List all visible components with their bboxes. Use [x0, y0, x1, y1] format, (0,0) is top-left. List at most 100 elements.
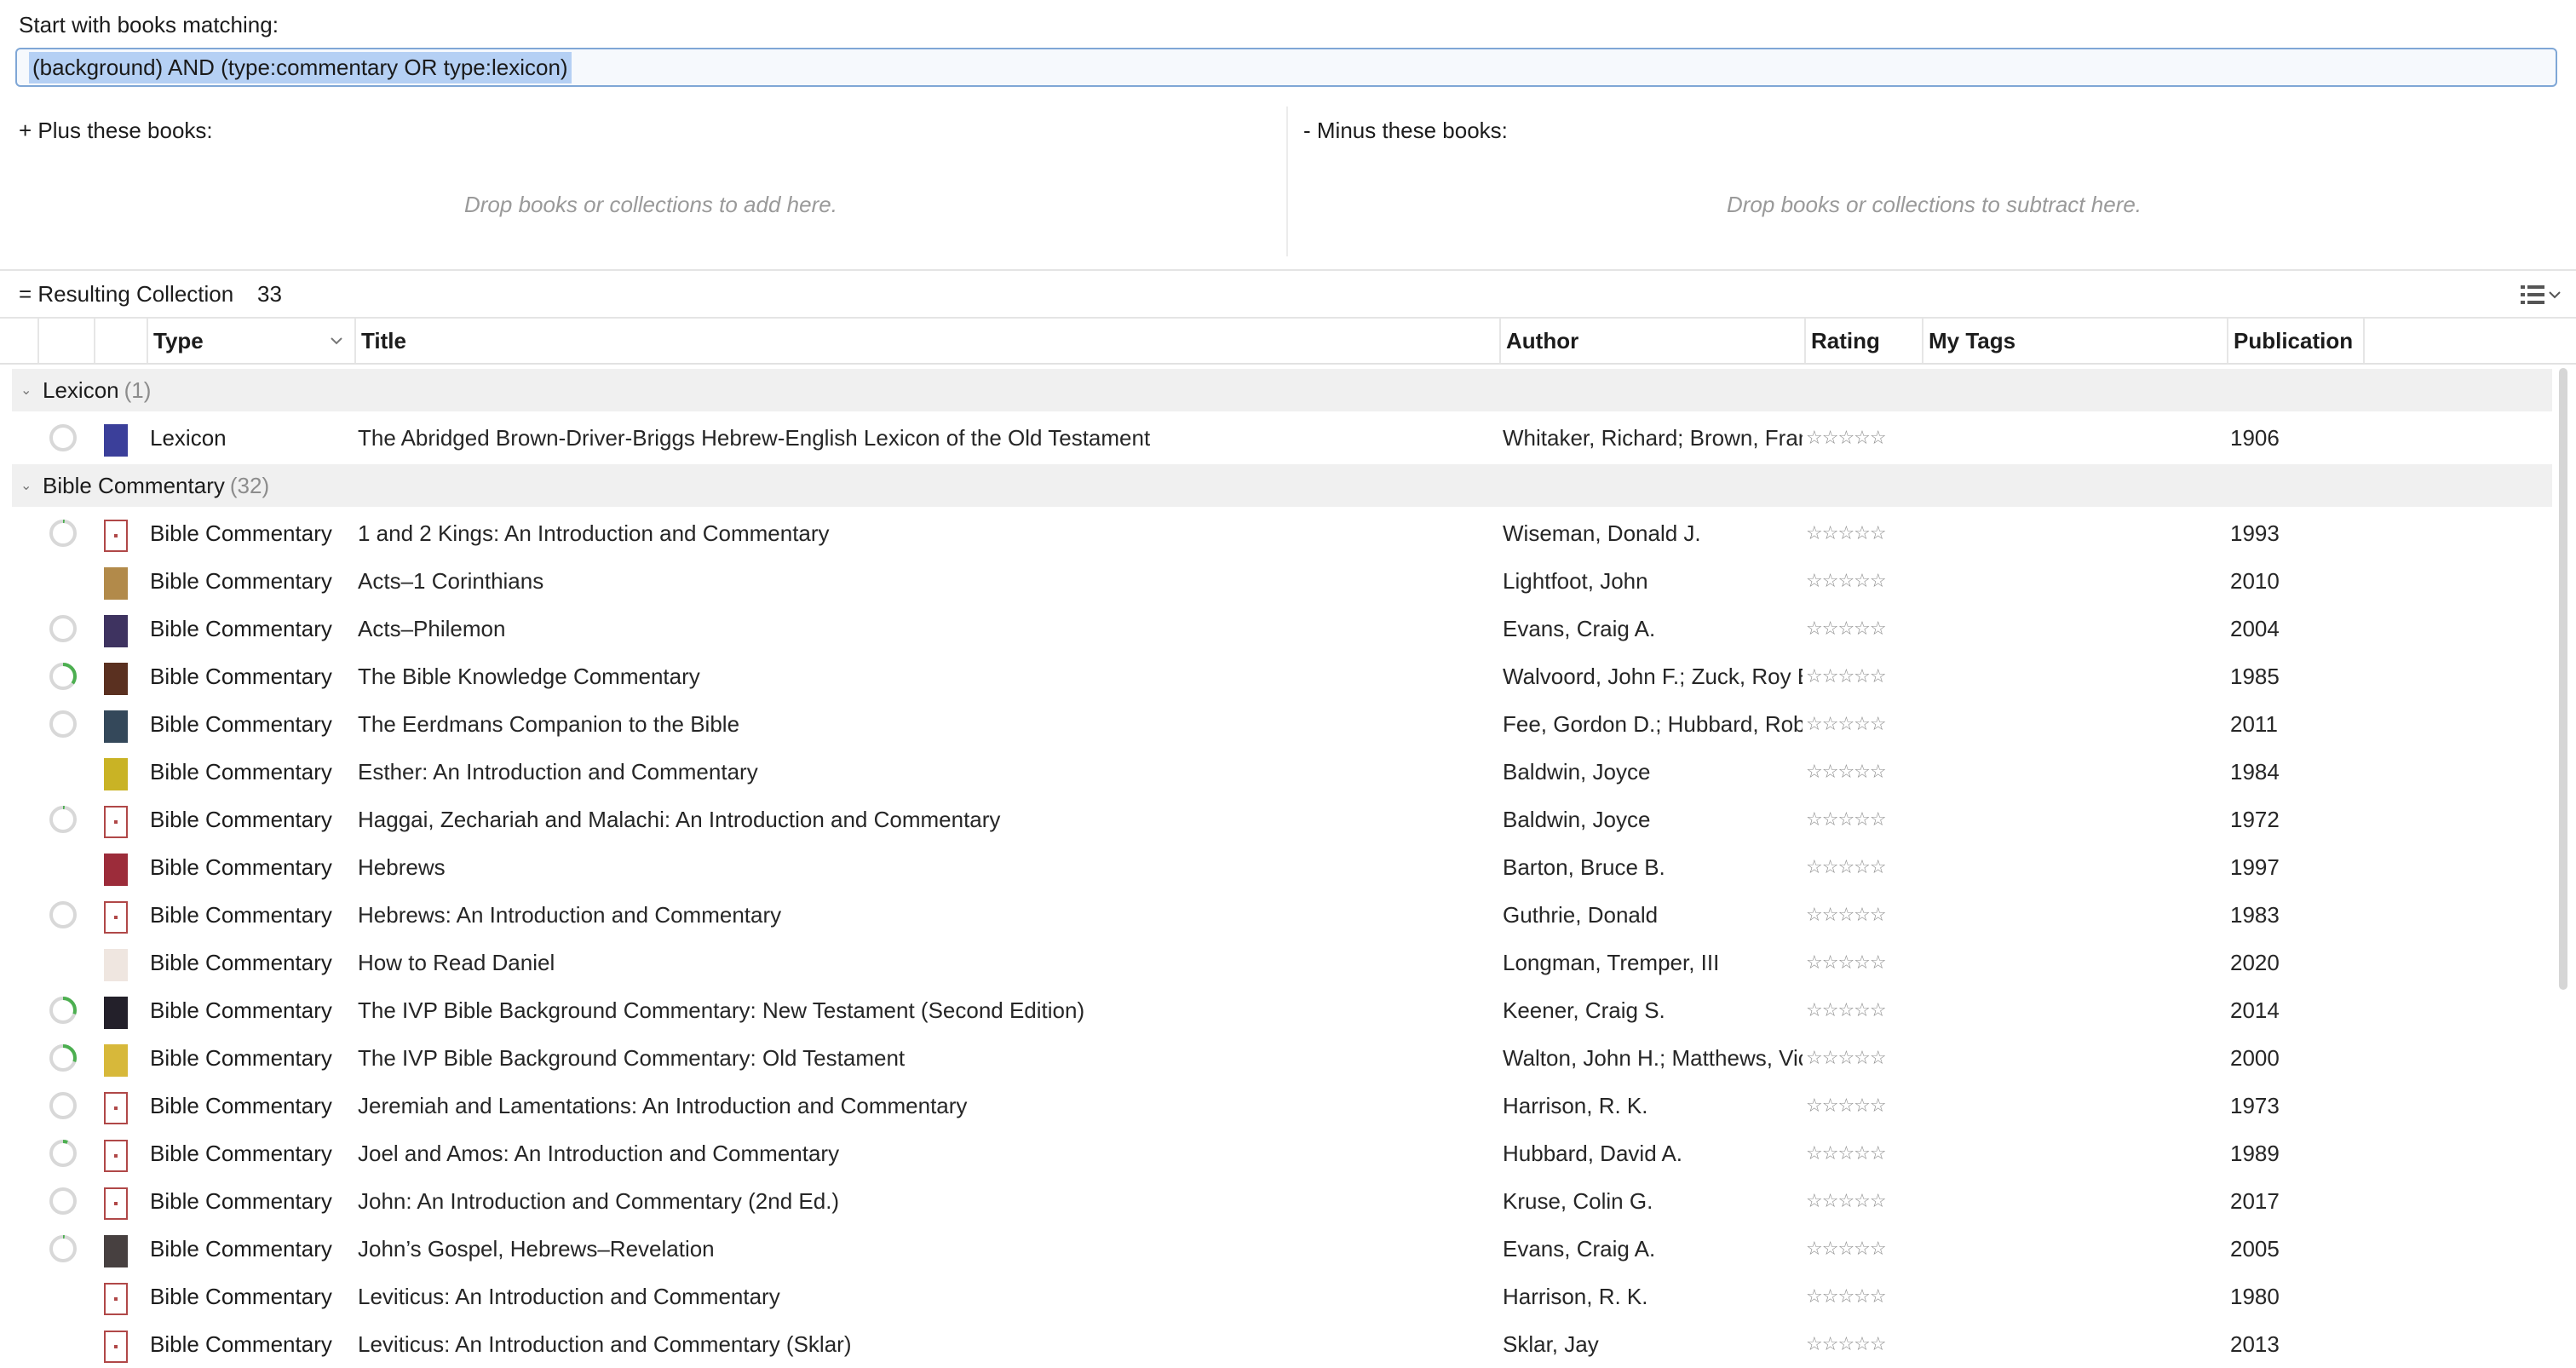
title-cell: How to Read Daniel — [358, 949, 555, 975]
reading-progress-icon — [49, 710, 77, 738]
book-cover-thumbnail — [104, 854, 128, 886]
book-cover-thumbnail — [104, 1140, 128, 1172]
publication-cell: 2000 — [2230, 1044, 2280, 1071]
rating-stars[interactable]: ☆☆☆☆☆ — [1806, 652, 1917, 700]
book-cover-thumbnail — [104, 424, 128, 457]
table-row[interactable]: Bible Commentary Esther: An Introduction … — [0, 748, 2556, 796]
vertical-scrollbar[interactable] — [2559, 368, 2567, 990]
column-header-progress[interactable] — [37, 319, 94, 363]
type-cell: Bible Commentary — [150, 758, 332, 785]
rating-stars[interactable]: ☆☆☆☆☆ — [1806, 796, 1917, 843]
title-cell: John’s Gospel, Hebrews–Revelation — [358, 1235, 715, 1262]
table-row[interactable]: Bible Commentary 1 and 2 Kings: An Introd… — [0, 509, 2556, 557]
rating-stars[interactable]: ☆☆☆☆☆ — [1806, 843, 1917, 891]
plus-books-label: + Plus these books: — [19, 118, 213, 143]
book-cover-thumbnail — [104, 710, 128, 743]
table-row[interactable]: Bible Commentary Acts–Philemon Evans, Crai… — [0, 605, 2556, 652]
column-header-my-tags[interactable]: My Tags — [1922, 319, 2227, 363]
table-header: Type Title Author Rating My Tags Publica… — [0, 319, 2576, 365]
column-header-type[interactable]: Type — [147, 319, 354, 363]
title-cell: Leviticus: An Introduction and Commentar… — [358, 1283, 780, 1309]
type-cell: Bible Commentary — [150, 710, 332, 737]
column-header-publication[interactable]: Publication — [2227, 319, 2363, 363]
column-header-title[interactable]: Title — [354, 319, 1499, 363]
author-cell: Harrison, R. K. — [1503, 1092, 1648, 1118]
table-row[interactable]: Bible Commentary How to Read Daniel Longma… — [0, 939, 2556, 986]
type-cell: Bible Commentary — [150, 1140, 332, 1166]
column-header-cover[interactable] — [94, 319, 147, 363]
publication-cell: 2014 — [2230, 997, 2280, 1023]
group-header-1[interactable]: ⌄ Bible Commentary (32) — [12, 464, 2552, 507]
table-row[interactable]: Bible Commentary John’s Gospel, Hebrews–R… — [0, 1225, 2556, 1273]
title-cell: The Abridged Brown-Driver-Briggs Hebrew-… — [358, 424, 1151, 451]
start-with-label: Start with books matching: — [19, 12, 279, 37]
table-row[interactable]: Bible Commentary John: An Introduction an… — [0, 1177, 2556, 1225]
table-row[interactable]: Bible Commentary Hebrews: An Introduction… — [0, 891, 2556, 939]
rating-stars[interactable]: ☆☆☆☆☆ — [1806, 748, 1917, 796]
rating-stars[interactable]: ☆☆☆☆☆ — [1806, 1273, 1917, 1320]
chevron-down-icon[interactable]: ⌄ — [20, 477, 43, 494]
title-cell: Hebrews — [358, 854, 446, 880]
table-row[interactable]: Bible Commentary Haggai, Zechariah and Ma… — [0, 796, 2556, 843]
reading-progress-icon — [49, 901, 77, 928]
column-header-author[interactable]: Author — [1499, 319, 1804, 363]
table-row[interactable]: Bible Commentary Jeremiah and Lamentation… — [0, 1082, 2556, 1129]
table-row[interactable]: Bible Commentary The IVP Bible Background… — [0, 986, 2556, 1034]
column-header-title-label: Title — [361, 327, 406, 353]
rating-stars[interactable]: ☆☆☆☆☆ — [1806, 1129, 1917, 1177]
view-options-button[interactable] — [2520, 281, 2566, 308]
book-cover-thumbnail — [104, 901, 128, 934]
book-cover-thumbnail — [104, 949, 128, 981]
type-cell: Bible Commentary — [150, 1092, 332, 1118]
table-row[interactable]: Bible Commentary Acts–1 Corinthians Lightf… — [0, 557, 2556, 605]
reading-progress-icon — [49, 1044, 77, 1072]
column-header-publication-label: Publication — [2234, 327, 2354, 353]
column-header-rating[interactable]: Rating — [1804, 319, 1922, 363]
type-cell: Bible Commentary — [150, 520, 332, 546]
title-cell: Acts–Philemon — [358, 615, 506, 641]
publication-cell: 1972 — [2230, 806, 2280, 832]
table-row[interactable]: Bible Commentary The Bible Knowledge Comm… — [0, 652, 2556, 700]
group-header-0[interactable]: ⌄ Lexicon (1) — [12, 369, 2552, 411]
table-row[interactable]: Bible Commentary The Eerdmans Companion t… — [0, 700, 2556, 748]
author-cell: Keener, Craig S. — [1503, 997, 1665, 1023]
rating-stars[interactable]: ☆☆☆☆☆ — [1806, 605, 1917, 652]
rating-stars[interactable]: ☆☆☆☆☆ — [1806, 1177, 1917, 1225]
book-cover-thumbnail — [104, 615, 128, 647]
title-cell: The IVP Bible Background Commentary: New… — [358, 997, 1085, 1023]
table-row[interactable]: Bible Commentary Leviticus: An Introducti… — [0, 1273, 2556, 1320]
group-count: (32) — [229, 472, 270, 498]
plus-drop-zone[interactable]: Drop books or collections to add here. — [464, 192, 837, 218]
rating-stars[interactable]: ☆☆☆☆☆ — [1806, 1225, 1917, 1273]
table-row[interactable]: Bible Commentary The IVP Bible Background… — [0, 1034, 2556, 1082]
table-row[interactable]: Bible Commentary Hebrews Barton, Bruce B. ☆… — [0, 843, 2556, 891]
group-name: Lexicon — [43, 376, 119, 403]
rating-stars[interactable]: ☆☆☆☆☆ — [1806, 1082, 1917, 1129]
rating-stars[interactable]: ☆☆☆☆☆ — [1806, 509, 1917, 557]
rating-stars[interactable]: ☆☆☆☆☆ — [1806, 939, 1917, 986]
table-row[interactable]: Bible Commentary Joel and Amos: An Introd… — [0, 1129, 2556, 1177]
author-cell: Wiseman, Donald J. — [1503, 520, 1701, 546]
type-cell: Bible Commentary — [150, 567, 332, 594]
minus-drop-zone[interactable]: Drop books or collections to subtract he… — [1727, 192, 2142, 218]
query-input[interactable]: (background) AND (type:commentary OR typ… — [15, 48, 2557, 87]
rating-stars[interactable]: ☆☆☆☆☆ — [1806, 557, 1917, 605]
reading-progress-icon — [49, 1140, 77, 1167]
column-header-rating-label: Rating — [1811, 327, 1880, 353]
rating-stars[interactable]: ☆☆☆☆☆ — [1806, 891, 1917, 939]
rating-stars[interactable]: ☆☆☆☆☆ — [1806, 1034, 1917, 1082]
table-row[interactable]: Lexicon The Abridged Brown-Driver-Briggs … — [0, 414, 2556, 462]
chevron-down-icon[interactable]: ⌄ — [20, 382, 43, 399]
publication-cell: 1985 — [2230, 663, 2280, 689]
book-cover-thumbnail — [104, 758, 128, 790]
title-cell: John: An Introduction and Commentary (2n… — [358, 1187, 840, 1214]
author-cell: Baldwin, Joyce — [1503, 806, 1651, 832]
type-cell: Bible Commentary — [150, 1044, 332, 1071]
publication-cell: 2017 — [2230, 1187, 2280, 1214]
chevron-down-icon — [2549, 291, 2561, 299]
rating-stars[interactable]: ☆☆☆☆☆ — [1806, 700, 1917, 748]
rating-stars[interactable]: ☆☆☆☆☆ — [1806, 414, 1917, 462]
author-cell: Lightfoot, John — [1503, 567, 1648, 594]
rating-stars[interactable]: ☆☆☆☆☆ — [1806, 986, 1917, 1034]
column-header-status[interactable] — [3, 319, 37, 363]
